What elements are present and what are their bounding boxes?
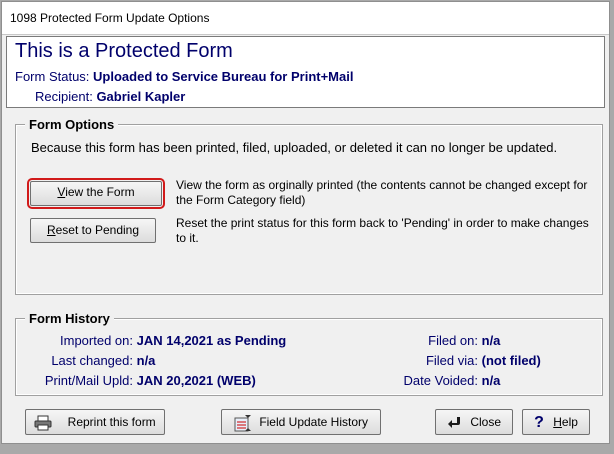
reset-description: Reset the print status for this form bac… [176, 216, 589, 245]
form-status-value: Uploaded to Service Bureau for Print+Mai… [93, 69, 354, 84]
reset-label: eset to Pending [55, 223, 140, 237]
filed-on-label: Filed on: [428, 333, 478, 348]
filed-via-label: Filed via: [425, 353, 478, 368]
date-voided-row: Date Voided: n/a [367, 373, 501, 388]
form-status: Form Status: Uploaded to Service Bureau … [15, 69, 353, 84]
reprint-form-label: Reprint this form [67, 415, 156, 429]
view-form-description: View the form as orginally printed (the … [176, 178, 588, 207]
filed-on-value: n/a [481, 333, 501, 348]
date-voided-value: n/a [481, 373, 501, 388]
print-mail-upload-row: Print/Mail Upld: JAN 20,2021 (WEB) [25, 373, 256, 388]
last-changed-value: n/a [136, 353, 156, 368]
reprint-form-button[interactable]: Reprint this form [25, 409, 165, 435]
page-title: This is a Protected Form [15, 40, 233, 62]
view-form-label: iew the Form [65, 185, 135, 199]
last-changed-row: Last changed: n/a [25, 353, 155, 368]
help-question-icon: ? [534, 413, 544, 431]
recipient: Recipient: Gabriel Kapler [35, 89, 185, 104]
field-update-history-button[interactable]: Field Update History [221, 409, 381, 435]
field-update-history-label: Field Update History [259, 415, 369, 429]
title-bar[interactable]: 1098 Protected Form Update Options [2, 2, 609, 35]
view-form-button[interactable]: View the Form [27, 178, 165, 209]
form-history-legend: Form History [25, 311, 114, 326]
close-label: Close [470, 415, 502, 429]
filed-via-row: Filed via: (not filed) [367, 353, 541, 368]
print-mail-upload-label: Print/Mail Upld: [44, 373, 133, 388]
recipient-value: Gabriel Kapler [96, 89, 186, 104]
printer-icon [34, 415, 52, 431]
imported-label: Imported on: [60, 333, 133, 348]
options-description: Because this form has been printed, file… [31, 140, 558, 155]
field-history-icon [234, 414, 251, 432]
close-arrow-icon [447, 416, 460, 428]
filed-via-value: (not filed) [481, 353, 541, 368]
dialog-window: 1098 Protected Form Update Options This … [1, 1, 610, 444]
close-button[interactable]: Close [435, 409, 513, 435]
form-options-group: Form Options Because this form has been … [15, 117, 603, 295]
date-voided-label: Date Voided: [403, 373, 478, 388]
window-title: 1098 Protected Form Update Options [10, 11, 210, 25]
form-history-group: Form History Imported on: JAN 14,2021 as… [15, 311, 603, 396]
help-label: Help [553, 415, 578, 429]
form-header: This is a Protected Form Form Status: Up… [6, 36, 605, 108]
reset-mnemonic: R [46, 223, 56, 237]
filed-on-row: Filed on: n/a [367, 333, 500, 348]
recipient-label: Recipient: [35, 89, 93, 104]
form-options-legend: Form Options [25, 117, 119, 132]
form-status-label: Form Status: [15, 69, 90, 84]
imported-row: Imported on: JAN 14,2021 as Pending [25, 333, 286, 348]
reset-to-pending-button[interactable]: Reset to Pending [30, 218, 156, 243]
help-button[interactable]: ? Help [522, 409, 590, 435]
imported-value: JAN 14,2021 as Pending [136, 333, 287, 348]
last-changed-label: Last changed: [51, 353, 133, 368]
print-mail-upload-value: JAN 20,2021 (WEB) [136, 373, 256, 388]
